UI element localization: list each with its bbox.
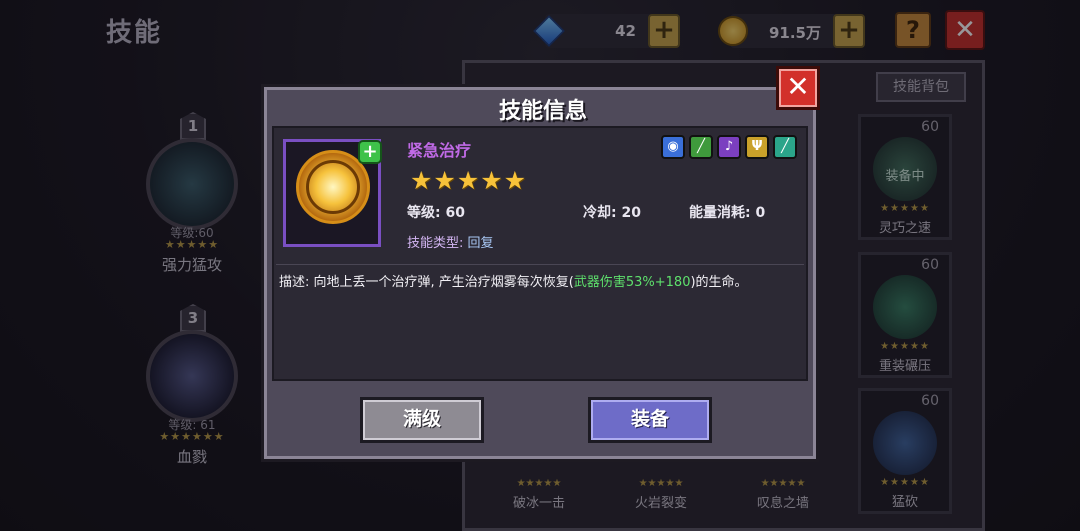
heal-cross-icon [306,160,360,214]
bow-icon: ╱ [689,135,713,159]
desc-text-end: )的生命。 [690,275,748,290]
desc-text: 描述: 向地上丢一个治疗弹, 产生治疗烟雾每次恢复( [279,275,574,290]
skill-energy-cost: 能量消耗: 0 [689,205,766,221]
staff-icon: ♪ [717,135,741,159]
desc-highlight: 武器伤害53%+180 [573,275,691,290]
skill-stars: ★★★★★ [410,166,528,195]
skill-description: 描述: 向地上丢一个治疗弹, 产生治疗烟雾每次恢复(武器伤害53%+180)的生… [279,271,748,290]
close-dialog-button[interactable]: ✕ [776,66,820,110]
skill-type-value: 回复 [467,236,494,251]
trident-icon: Ψ [745,135,769,159]
weapon-type-icons: ◉ ╱ ♪ Ψ ╱ [661,135,797,159]
skill-name: 紧急治疗 [407,141,472,160]
dialog-title: 技能信息 [498,99,587,124]
divider [276,264,804,265]
equip-button[interactable]: 装备 [588,397,712,443]
sword-icon: ╱ [773,135,797,159]
skill-level: 等级: 60 [407,205,465,221]
skill-cooldown: 冷却: 20 [583,205,641,221]
skill-type-label: 技能类型: [407,236,468,251]
skill-type: 技能类型: 回复 [407,232,494,251]
plus-badge-icon: + [358,140,382,164]
max-level-button[interactable]: 满级 [360,397,484,443]
shield-icon: ◉ [661,135,685,159]
